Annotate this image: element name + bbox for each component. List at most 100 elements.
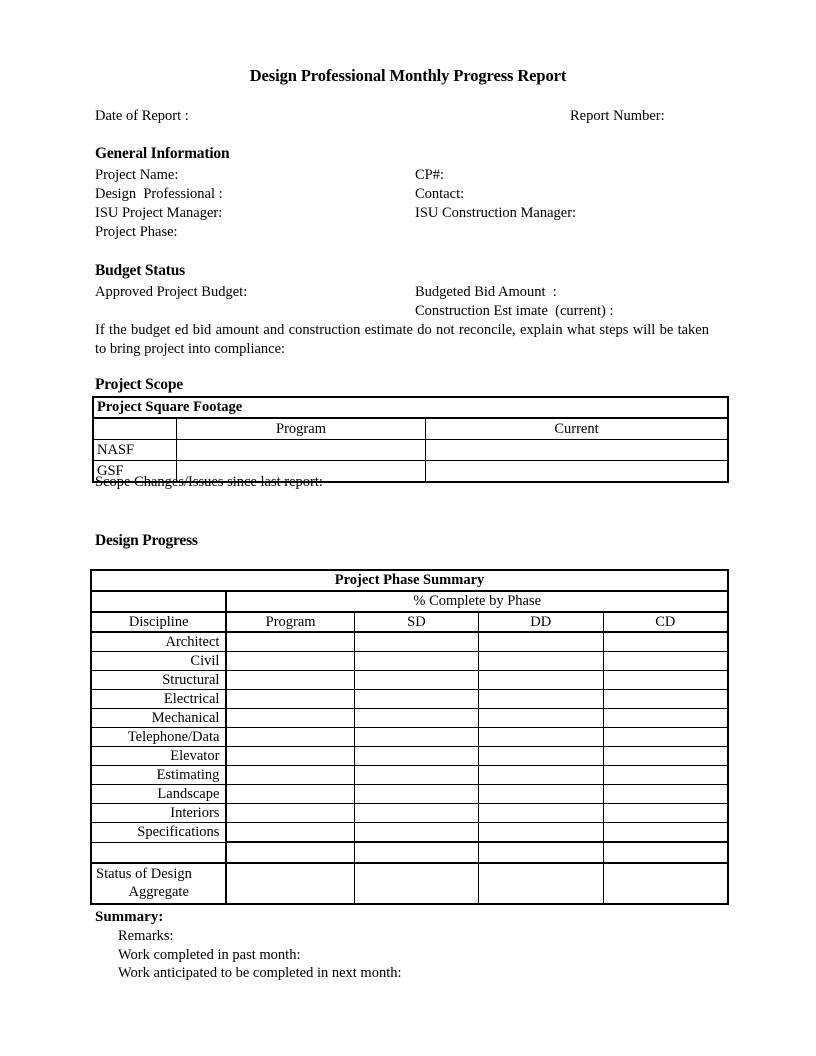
phase-col-program: Program [225, 611, 355, 633]
cell-telephone-data-sd[interactable] [353, 727, 480, 747]
cell-civil-sd[interactable] [353, 651, 480, 671]
cell-mechanical-dd[interactable] [478, 708, 604, 728]
cell-aggregate-cd[interactable] [602, 862, 729, 905]
budget-reconcile-note: If the budget ed bid amount and construc… [95, 322, 709, 357]
cell-estimating-program[interactable] [225, 765, 355, 785]
cell-specifications-dd[interactable] [478, 822, 604, 843]
discipline-label-landscape: Landscape [90, 784, 228, 804]
cell-civil-dd[interactable] [478, 651, 604, 671]
cell-landscape-sd[interactable] [353, 784, 480, 804]
spacer-cell-program[interactable] [225, 841, 355, 864]
discipline-label-interiors: Interiors [90, 803, 228, 823]
field-contact: Contact: [415, 186, 465, 202]
cell-civil-cd[interactable] [602, 651, 729, 671]
aggregate-line-2: Aggregate [128, 884, 189, 900]
table-row: Landscape [90, 784, 729, 804]
cell-specifications-cd[interactable] [602, 822, 729, 843]
cell-specifications-program[interactable] [225, 822, 355, 843]
table-row: Telephone/Data [90, 727, 729, 747]
table-row: Structural [90, 670, 729, 690]
discipline-label-telephone-data: Telephone/Data [90, 727, 228, 747]
cell-landscape-dd[interactable] [478, 784, 604, 804]
field-design-professional: Design Professional : [95, 186, 223, 202]
cell-aggregate-program[interactable] [225, 862, 355, 905]
table-row: Civil [90, 651, 729, 671]
cell-electrical-dd[interactable] [478, 689, 604, 709]
cell-structural-dd[interactable] [478, 670, 604, 690]
cell-electrical-program[interactable] [225, 689, 355, 709]
cell-landscape-cd[interactable] [602, 784, 729, 804]
cell-telephone-data-program[interactable] [225, 727, 355, 747]
cell-aggregate-dd[interactable] [478, 862, 604, 905]
cell-telephone-data-cd[interactable] [602, 727, 729, 747]
spacer-cell-cd[interactable] [602, 841, 729, 864]
scope-cell-nasf-program[interactable] [176, 439, 426, 461]
table-title-row: Project Phase Summary [90, 569, 729, 592]
aggregate-row: Status of Design Aggregate [90, 862, 729, 905]
cell-estimating-cd[interactable] [602, 765, 729, 785]
table-row: Specifications [90, 822, 729, 843]
cell-landscape-program[interactable] [225, 784, 355, 804]
table-row: Architect [90, 631, 729, 652]
discipline-label-electrical: Electrical [90, 689, 228, 709]
cell-civil-program[interactable] [225, 651, 355, 671]
field-approved-project-budget: Approved Project Budget: [95, 284, 248, 300]
square-footage-title: Project Square Footage [92, 396, 729, 419]
cell-interiors-sd[interactable] [353, 803, 480, 823]
percent-complete-by-phase-label: % Complete by Phase [225, 590, 729, 613]
cell-structural-sd[interactable] [353, 670, 480, 690]
table-column-header-row: Program Current [92, 417, 729, 440]
cell-mechanical-program[interactable] [225, 708, 355, 728]
cell-architect-program[interactable] [225, 631, 355, 652]
section-heading-design-progress: Design Progress [95, 532, 198, 549]
cell-elevator-sd[interactable] [353, 746, 480, 766]
field-isu-project-manager: ISU Project Manager: [95, 205, 223, 221]
cell-structural-cd[interactable] [602, 670, 729, 690]
scope-changes-label: Scope Changes/Issues since last report: [95, 474, 323, 490]
cell-interiors-cd[interactable] [602, 803, 729, 823]
table-row: Electrical [90, 689, 729, 709]
phase-summary-title: Project Phase Summary [90, 569, 729, 592]
cell-telephone-data-dd[interactable] [478, 727, 604, 747]
cell-estimating-dd[interactable] [478, 765, 604, 785]
cell-mechanical-cd[interactable] [602, 708, 729, 728]
spacer-cell-sd[interactable] [353, 841, 480, 864]
summary-remarks-label: Remarks: [118, 928, 174, 944]
cell-aggregate-sd[interactable] [353, 862, 480, 905]
page-title: Design Professional Monthly Progress Rep… [249, 66, 567, 85]
cell-structural-program[interactable] [225, 670, 355, 690]
cell-specifications-sd[interactable] [353, 822, 480, 843]
field-project-name: Project Name: [95, 167, 179, 183]
discipline-label-mechanical: Mechanical [90, 708, 228, 728]
table-column-header-row: Discipline Program SD DD CD [90, 611, 729, 633]
cell-mechanical-sd[interactable] [353, 708, 480, 728]
status-of-design-aggregate-label: Status of Design Aggregate [90, 862, 228, 905]
spacer-cell-dd[interactable] [478, 841, 604, 864]
table-spacer-row [90, 841, 729, 864]
cell-estimating-sd[interactable] [353, 765, 480, 785]
cell-elevator-cd[interactable] [602, 746, 729, 766]
cell-interiors-dd[interactable] [478, 803, 604, 823]
phase-col-sd: SD [353, 611, 480, 633]
percent-complete-row: % Complete by Phase [90, 590, 729, 613]
scope-cell-nasf-current[interactable] [425, 439, 729, 461]
project-phase-summary-table: Project Phase Summary % Complete by Phas… [90, 569, 729, 905]
spacer-label-cell [90, 841, 228, 864]
date-of-report-label: Date of Report : [95, 108, 189, 124]
cell-architect-dd[interactable] [478, 631, 604, 652]
scope-cell-gsf-current[interactable] [425, 460, 729, 483]
table-row: Elevator [90, 746, 729, 766]
cell-elevator-dd[interactable] [478, 746, 604, 766]
scope-col-program: Program [176, 417, 426, 440]
phase-blank-corner [90, 590, 228, 613]
cell-electrical-cd[interactable] [602, 689, 729, 709]
cell-electrical-sd[interactable] [353, 689, 480, 709]
cell-architect-sd[interactable] [353, 631, 480, 652]
table-row: NASF [92, 439, 729, 461]
cell-elevator-program[interactable] [225, 746, 355, 766]
scope-col-current: Current [425, 417, 729, 440]
section-heading-general-information: General Information [95, 145, 230, 162]
cell-architect-cd[interactable] [602, 631, 729, 652]
summary-work-anticipated-label: Work anticipated to be completed in next… [118, 965, 402, 981]
cell-interiors-program[interactable] [225, 803, 355, 823]
